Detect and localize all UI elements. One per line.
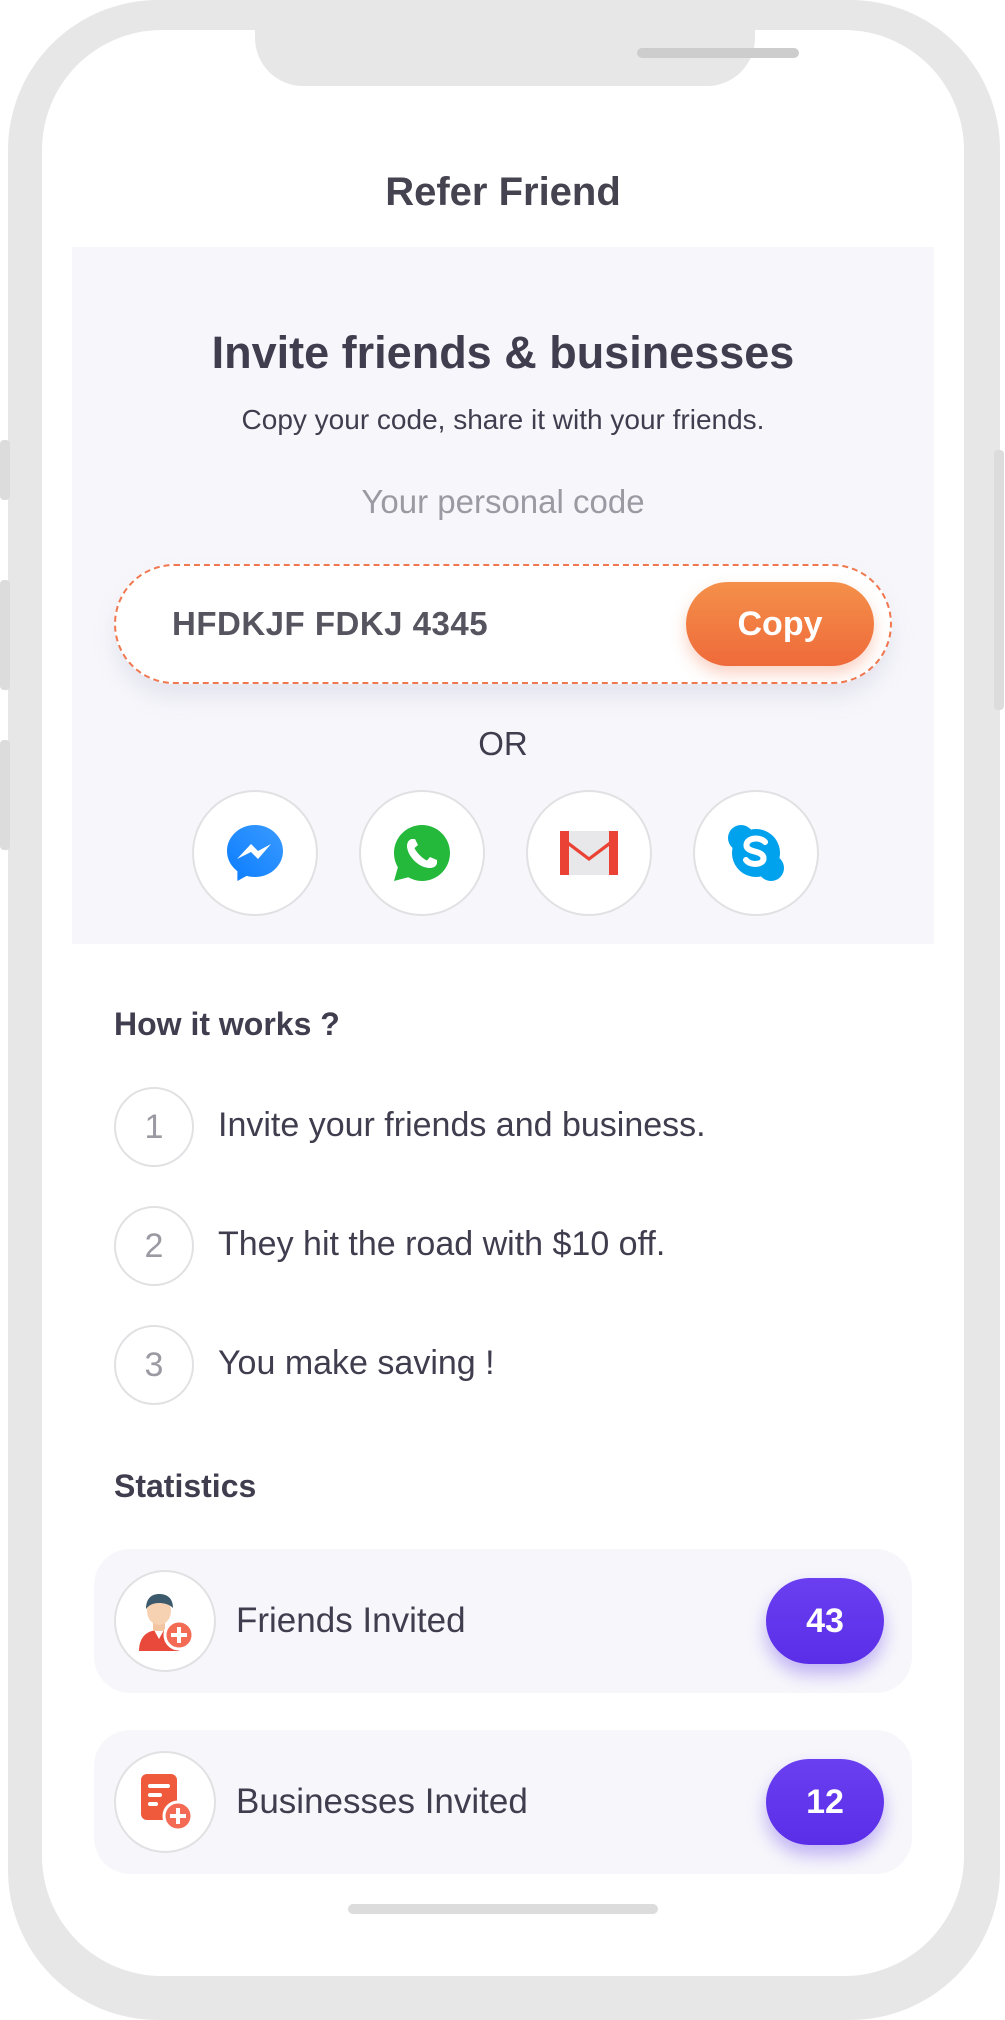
step-text: They hit the road with $10 off. [218, 1225, 666, 1263]
stat-label: Businesses Invited [236, 1782, 528, 1821]
phone-side-button-left [0, 440, 10, 500]
step-number: 3 [114, 1325, 194, 1405]
add-business-icon [114, 1751, 216, 1853]
step-number: 2 [114, 1206, 194, 1286]
page-title: Refer Friend [385, 170, 621, 214]
personal-code-value: HFDKJF FDKJ 4345 [172, 605, 489, 642]
invite-subtitle: Copy your code, share it with your frien… [241, 404, 765, 435]
copy-button[interactable]: Copy [686, 582, 874, 666]
stat-count-badge: 43 [766, 1578, 884, 1664]
or-divider: OR [478, 725, 528, 762]
notch [255, 30, 799, 86]
phone-side-button-left [0, 740, 10, 850]
personal-code-box: HFDKJF FDKJ 4345 Copy [114, 564, 892, 684]
stat-count-badge: 12 [766, 1759, 884, 1845]
phone-side-button-left [0, 580, 10, 690]
personal-code-label: Your personal code [361, 483, 645, 520]
step-text: You make saving ! [218, 1344, 495, 1382]
statistics-title: Statistics [114, 1468, 257, 1504]
share-gmail-button[interactable] [526, 790, 652, 916]
stat-label: Friends Invited [236, 1601, 466, 1640]
stat-card-friends: Friends Invited 43 [94, 1549, 912, 1693]
stat-card-businesses: Businesses Invited 12 [94, 1730, 912, 1874]
share-skype-button[interactable] [693, 790, 819, 916]
home-indicator [348, 1904, 658, 1914]
add-user-icon [114, 1570, 216, 1672]
step-number: 1 [114, 1087, 194, 1167]
phone-side-button-right [994, 450, 1004, 710]
speaker-grille [637, 48, 799, 58]
step-text: Invite your friends and business. [218, 1106, 706, 1144]
how-it-works-title: How it works ? [114, 1006, 340, 1042]
messenger-icon [227, 825, 283, 881]
invite-panel: Invite friends & businesses Copy your co… [72, 247, 934, 944]
gmail-icon [560, 831, 618, 875]
share-messenger-button[interactable] [192, 790, 318, 916]
phone-screen: Refer Friend Invite friends & businesses… [42, 30, 964, 1976]
whatsapp-icon [394, 825, 450, 881]
skype-icon [728, 825, 784, 881]
invite-heading: Invite friends & businesses [211, 327, 795, 378]
share-whatsapp-button[interactable] [359, 790, 485, 916]
